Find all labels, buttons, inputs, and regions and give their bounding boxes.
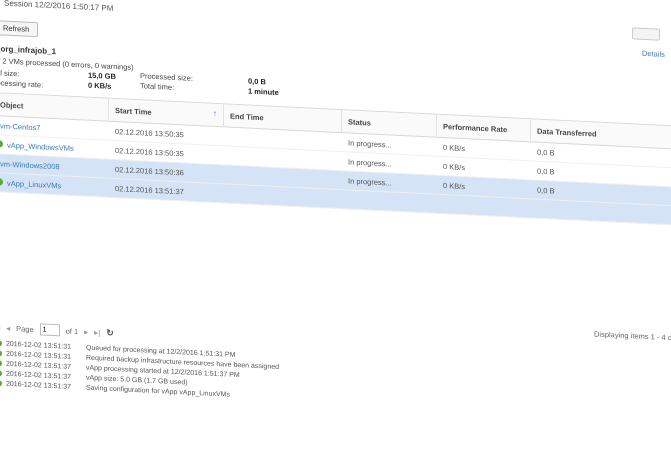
session-title: Session 12/2/2016 1:50:17 PM [4, 0, 113, 13]
column-performance-rate[interactable]: Performance Rate [437, 115, 531, 142]
total-size-value: 15,0 GB [88, 71, 116, 81]
previous-page-icon[interactable]: ◂ [6, 323, 10, 332]
success-status-icon [0, 370, 2, 376]
vm-summary: of 2 VMs processed (0 errors, 0 warnings… [0, 56, 134, 72]
page-number-input[interactable] [40, 323, 60, 336]
reload-icon[interactable]: ↻ [106, 327, 114, 338]
displaying-items-text: Displaying items 1 - 4 of [594, 329, 671, 342]
job-name: _org_infrajob_1 [0, 44, 56, 56]
last-page-icon[interactable]: ▸| [94, 327, 100, 336]
total-time-label: Total time: [140, 81, 174, 92]
column-status[interactable]: Status [342, 110, 437, 137]
processed-size-value: 0,0 B [248, 77, 266, 87]
success-status-icon [0, 340, 2, 346]
processing-rate-value: 0 KB/s [88, 81, 111, 91]
session-log: 2016-12-02 13:51:31Queued for processing… [0, 338, 671, 422]
column-start-time-label: Start Time [115, 106, 152, 117]
log-time: 2016-12-02 13:51:37 [6, 380, 86, 391]
page-count-label: of 1 [66, 326, 79, 336]
object-name: vApp_LinuxVMs [7, 179, 61, 191]
object-name: vApp_WindowsVMs [7, 141, 74, 153]
processing-rate-label: rocessing rate: [0, 78, 43, 89]
status-cell [342, 190, 437, 213]
success-status-icon [0, 178, 3, 185]
success-status-icon [0, 380, 2, 386]
success-status-icon [0, 350, 2, 356]
next-page-icon[interactable]: ▸ [84, 327, 88, 336]
details-link[interactable]: Details [642, 49, 665, 59]
window-control-button[interactable] [632, 27, 660, 40]
total-time-value: 1 minute [248, 87, 279, 98]
session-details-panel: Session 12/2/2016 1:50:17 PM Refresh Det… [0, 0, 671, 474]
refresh-button[interactable]: Refresh [0, 20, 38, 37]
sort-ascending-icon: ↑ [213, 109, 217, 118]
page-label: Page [16, 324, 34, 334]
objects-grid: Object Start Time↑ End Time Status Perfo… [0, 92, 671, 226]
success-status-icon [0, 140, 3, 147]
performance-rate-cell [437, 195, 531, 218]
object-name: vm-Centos7 [0, 121, 40, 132]
success-status-icon [0, 360, 2, 366]
object-name: vm-Windows2008 [0, 159, 60, 171]
total-size-label: tal size: [0, 68, 19, 78]
